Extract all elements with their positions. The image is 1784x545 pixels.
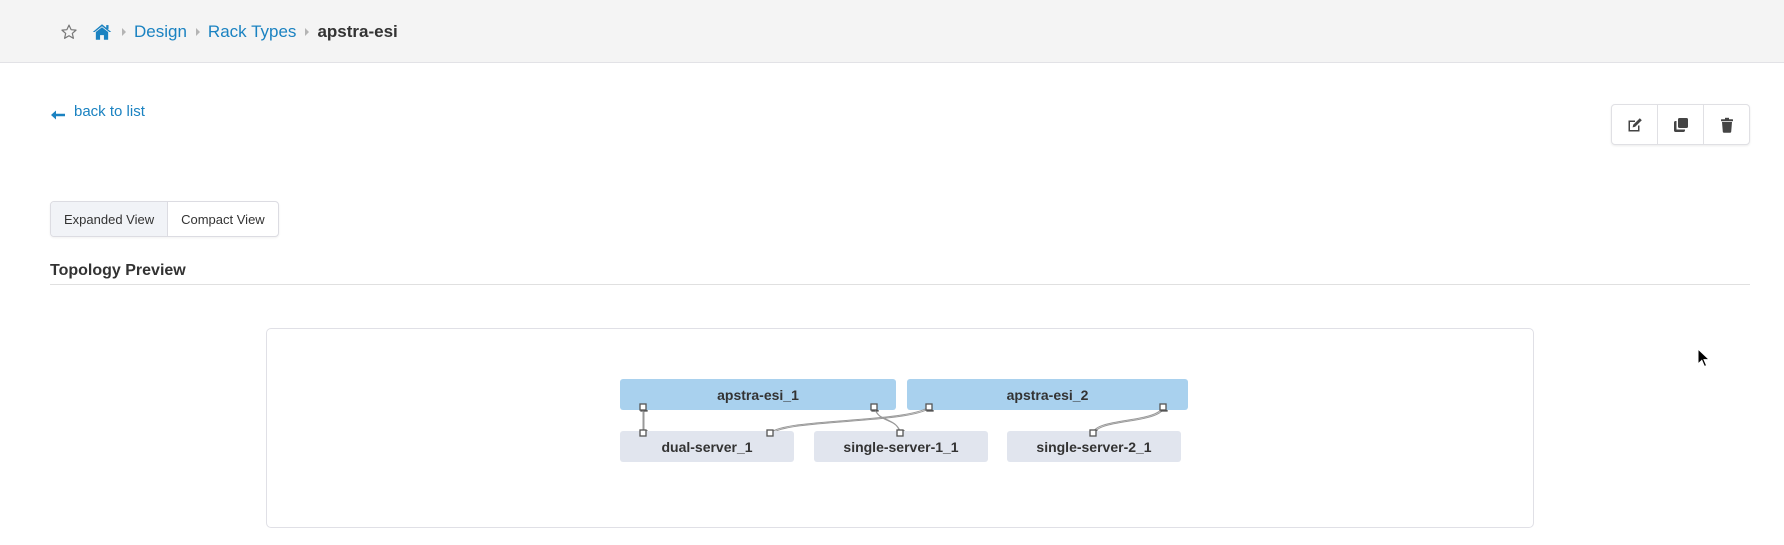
compact-view-tab[interactable]: Compact View bbox=[167, 202, 278, 236]
server-node[interactable]: single-server-1_1 bbox=[814, 431, 988, 462]
breadcrumb-separator-icon bbox=[122, 28, 126, 36]
breadcrumb-design[interactable]: Design bbox=[134, 22, 187, 42]
back-to-list-link[interactable]: back to list bbox=[51, 103, 145, 120]
server-node[interactable]: dual-server_1 bbox=[620, 431, 794, 462]
clone-button[interactable] bbox=[1657, 105, 1703, 144]
top-bar: Design Rack Types apstra-esi bbox=[0, 0, 1784, 63]
delete-button[interactable] bbox=[1703, 105, 1749, 144]
topology-links bbox=[640, 404, 1168, 438]
leaf-node[interactable]: apstra-esi_2 bbox=[907, 379, 1188, 410]
view-toggle: Expanded View Compact View bbox=[50, 201, 279, 237]
breadcrumb-separator-icon bbox=[195, 28, 200, 36]
server-node[interactable]: single-server-2_1 bbox=[1007, 431, 1181, 462]
breadcrumb: Design Rack Types apstra-esi bbox=[60, 20, 398, 44]
breadcrumb-rack-types[interactable]: Rack Types bbox=[208, 22, 297, 42]
leaf-node[interactable]: apstra-esi_1 bbox=[620, 379, 896, 410]
action-button-group bbox=[1611, 104, 1750, 145]
breadcrumb-separator-icon bbox=[305, 28, 310, 36]
topology-preview: apstra-esi_1 apstra-esi_2 dual-server_1 … bbox=[266, 328, 1534, 528]
home-icon[interactable] bbox=[92, 23, 112, 41]
edit-icon bbox=[1628, 117, 1642, 131]
star-outline-icon[interactable] bbox=[60, 23, 78, 41]
arrow-left-icon bbox=[51, 107, 65, 119]
edit-button[interactable] bbox=[1612, 105, 1657, 144]
trash-icon bbox=[1720, 117, 1733, 133]
mouse-cursor-icon bbox=[1697, 348, 1711, 368]
back-to-list-label: back to list bbox=[74, 103, 145, 120]
breadcrumb-current: apstra-esi bbox=[317, 22, 398, 41]
section-title: Topology Preview bbox=[50, 262, 186, 279]
clone-icon bbox=[1673, 117, 1688, 132]
expanded-view-tab[interactable]: Expanded View bbox=[51, 202, 168, 236]
section-divider bbox=[50, 284, 1750, 285]
